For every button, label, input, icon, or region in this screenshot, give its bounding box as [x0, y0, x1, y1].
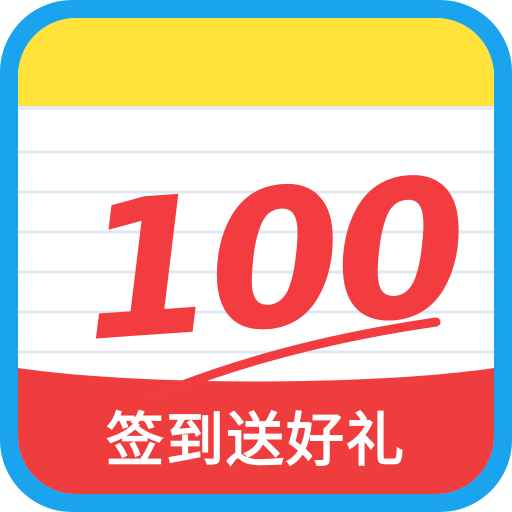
checkin-gift-label[interactable]: 签到送好礼: [0, 408, 512, 472]
app-icon[interactable]: 100 签到送好礼: [0, 0, 512, 512]
score-text: 100: [75, 137, 468, 384]
top-strip: [18, 18, 494, 108]
